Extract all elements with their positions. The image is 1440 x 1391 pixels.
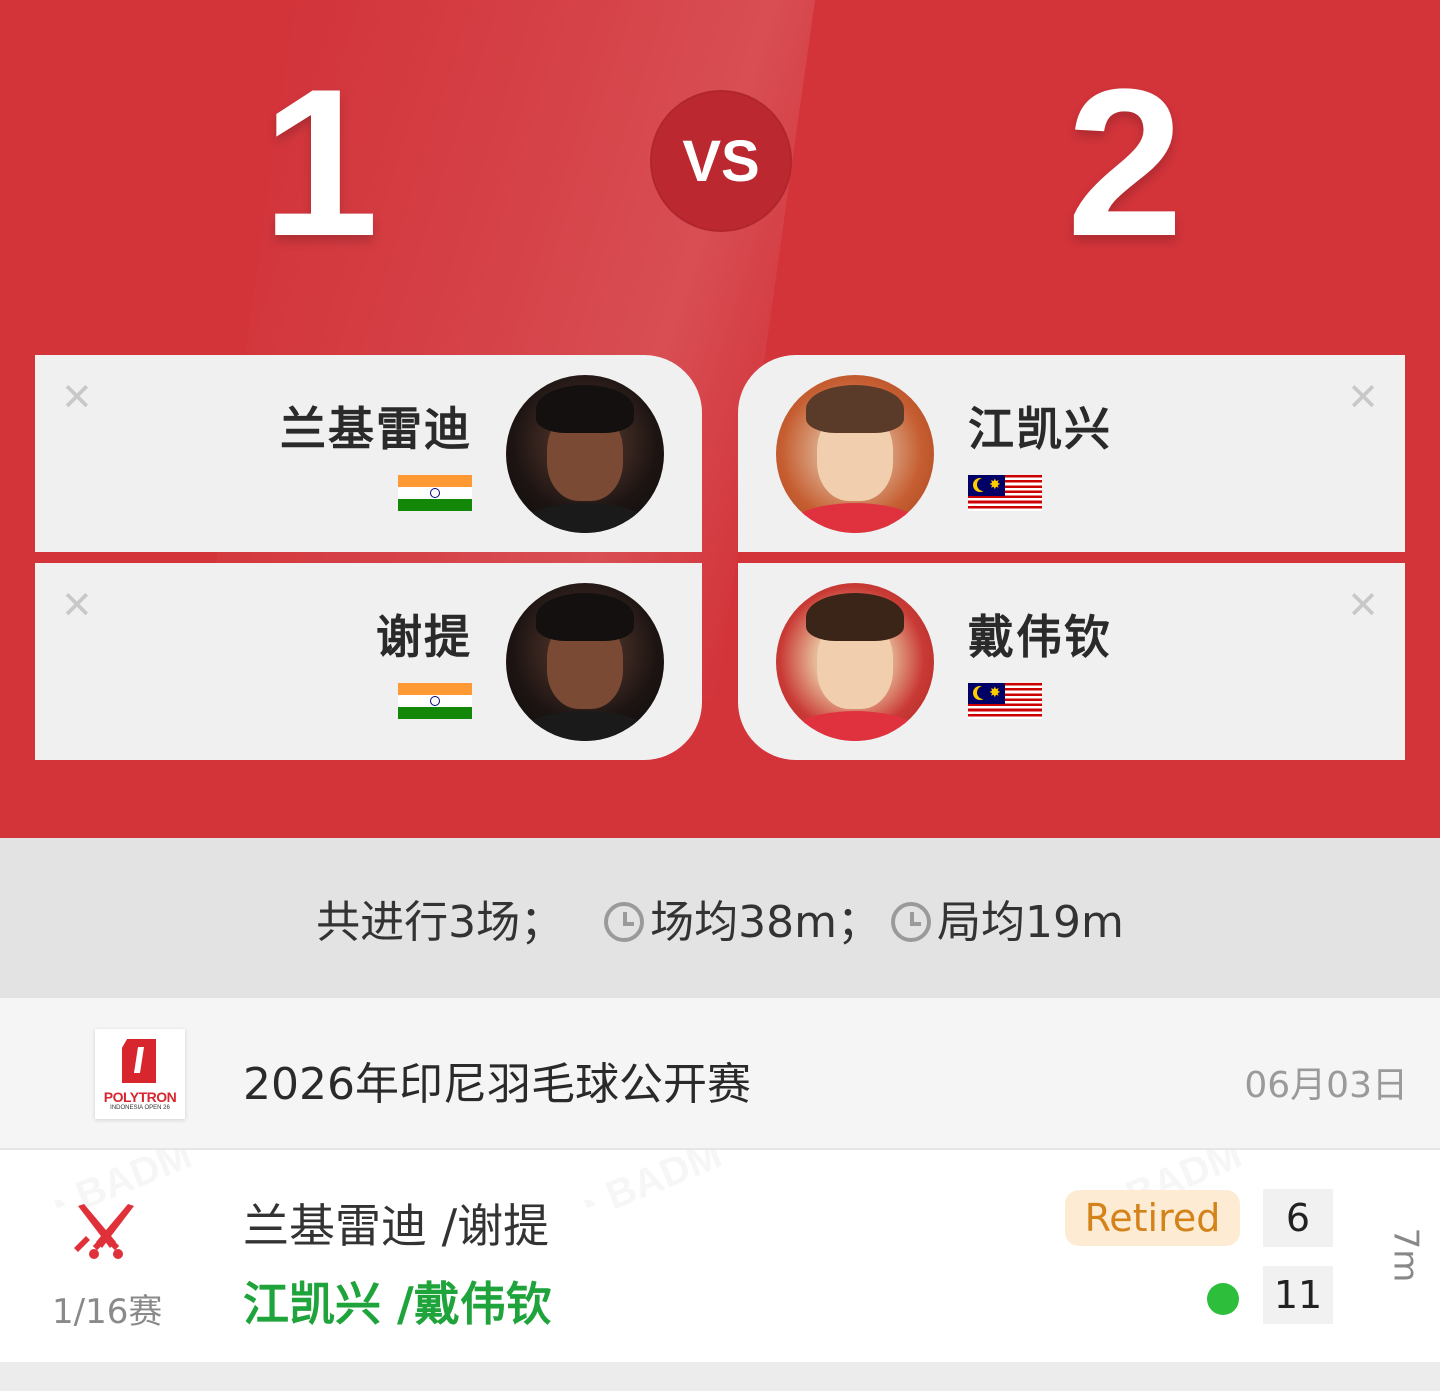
- clock-icon: [891, 902, 931, 942]
- team-winner: 江凯兴 /戴伟钦: [243, 1277, 552, 1331]
- tournament-header[interactable]: POLYTRON INDONESIA OPEN 26 2026年印尼羽毛球公开赛…: [0, 998, 1440, 1150]
- total-matches: 共进行3场；: [316, 886, 564, 950]
- clock-icon: [604, 902, 645, 942]
- logo-brand: POLYTRON: [103, 1089, 177, 1105]
- vs-badge: VS: [650, 90, 792, 232]
- avg-game-label: 局均19m: [937, 897, 1124, 948]
- player-avatar[interactable]: [776, 583, 934, 741]
- score-loser: 6: [1263, 1189, 1333, 1247]
- avg-match-label: 场均38m；: [650, 897, 881, 948]
- close-icon[interactable]: ✕: [1347, 585, 1379, 625]
- winner-indicator-icon: [1207, 1283, 1239, 1315]
- badminton-logo-icon: [122, 1039, 156, 1083]
- total-matches-label: 共进行3场；: [316, 897, 565, 948]
- logo-sub: INDONESIA OPEN 26: [110, 1105, 170, 1111]
- india-flag-icon: [398, 683, 472, 719]
- player-card-left-2[interactable]: ✕ 谢提: [35, 563, 702, 760]
- player-card-right-1[interactable]: ✕ 江凯兴 ✸: [738, 355, 1405, 552]
- player-avatar[interactable]: [776, 375, 934, 533]
- malaysia-flag-icon: ✸: [968, 683, 1042, 719]
- status-badge: Retired: [1065, 1190, 1240, 1246]
- india-flag-icon: [398, 475, 472, 511]
- match-duration: 7m: [1385, 1227, 1426, 1283]
- match-header: 1 VS 2 ✕ 兰基雷迪 ✕ 谢提 ✕ 江凯兴 ✸ ✕ 戴伟钦 ✸: [0, 0, 1440, 838]
- player-name: 戴伟钦: [968, 610, 1112, 664]
- team-loser: 兰基雷迪 /谢提: [243, 1199, 550, 1253]
- score-winner: 11: [1263, 1266, 1333, 1324]
- tournament-title: 2026年印尼羽毛球公开赛: [243, 1059, 751, 1110]
- head-to-head-stats: 共进行3场； 场均38m； 局均19m: [0, 838, 1440, 998]
- player-name: 江凯兴: [968, 402, 1112, 456]
- score-left: 1: [262, 45, 379, 280]
- close-icon[interactable]: ✕: [61, 377, 93, 417]
- match-row[interactable]: ◔ BADM ◔ BADM ◔ BADM 1/16赛 兰基雷迪 /谢提 江凯兴 …: [0, 1150, 1440, 1362]
- score-right: 2: [1066, 45, 1184, 280]
- player-card-right-2[interactable]: ✕ 戴伟钦 ✸: [738, 563, 1405, 760]
- malaysia-flag-icon: ✸: [968, 475, 1042, 511]
- bottom-strip: [0, 1362, 1440, 1391]
- avg-match-duration: 场均38m；: [604, 886, 881, 950]
- player-name: 兰基雷迪: [280, 402, 472, 456]
- player-avatar[interactable]: [506, 375, 664, 533]
- player-card-left-1[interactable]: ✕ 兰基雷迪: [35, 355, 702, 552]
- close-icon[interactable]: ✕: [1347, 377, 1379, 417]
- tournament-logo: POLYTRON INDONESIA OPEN 26: [95, 1029, 185, 1119]
- player-name: 谢提: [376, 610, 472, 664]
- avg-game-duration: 局均19m: [891, 886, 1124, 950]
- crossed-swords-icon: [74, 1204, 134, 1259]
- close-icon[interactable]: ✕: [61, 585, 93, 625]
- player-avatar[interactable]: [506, 583, 664, 741]
- tournament-date: 06月03日: [1244, 1065, 1408, 1106]
- watermark: ◔ BADM: [567, 1150, 728, 1232]
- round-label: 1/16赛: [52, 1292, 163, 1332]
